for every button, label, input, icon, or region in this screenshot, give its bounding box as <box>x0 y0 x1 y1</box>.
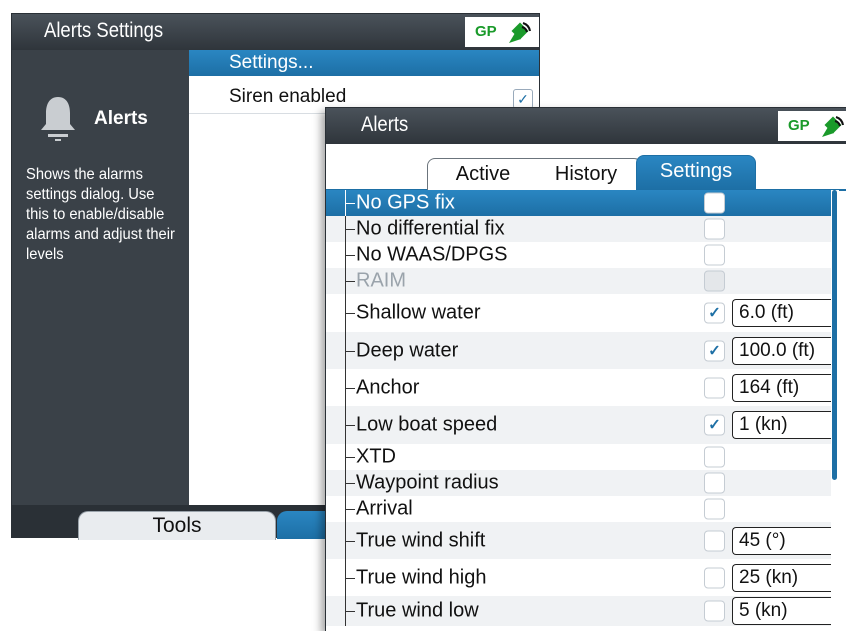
threshold-field[interactable]: 164 (ft) <box>732 373 833 402</box>
menu-item-label: Siren enabled <box>229 86 347 107</box>
window-title: Alerts Settings <box>44 19 164 42</box>
tree-branch <box>345 229 355 230</box>
threshold-field[interactable]: 1 (kn) <box>732 411 833 439</box>
alert-label: No GPS fix <box>356 191 455 214</box>
tab-tools[interactable]: Tools <box>78 511 276 540</box>
tab-active[interactable]: Active <box>427 158 539 190</box>
alert-checkbox[interactable] <box>704 377 725 398</box>
menu-item-settings[interactable]: Settings... <box>189 50 539 76</box>
gps-label: GP <box>475 23 497 40</box>
alert-label: Waypoint radius <box>356 471 499 494</box>
siren-checkbox[interactable]: ✓ <box>513 89 533 109</box>
alert-label: True wind low <box>356 599 479 622</box>
threshold-field[interactable]: 100.0 (ft) <box>732 336 833 365</box>
alert-row[interactable]: RAIM <box>326 268 831 294</box>
alerts-dialog: Alerts GP Active History Settings No GPS… <box>325 107 846 631</box>
alert-row[interactable]: Waypoint radius <box>326 470 831 496</box>
alert-checkbox[interactable] <box>704 530 725 551</box>
alert-label: RAIM <box>356 269 406 292</box>
title-bar: Alerts GP <box>326 108 846 144</box>
threshold-value: 45 (°) <box>739 529 786 551</box>
checkmark-icon[interactable]: ✓ <box>704 302 725 324</box>
tree-branch <box>345 281 355 282</box>
alert-label: Deep water <box>356 339 459 361</box>
tree-branch <box>345 611 355 612</box>
alert-checkbox[interactable] <box>704 218 725 240</box>
menu-item-label: Settings... <box>229 52 314 73</box>
alert-row[interactable]: Low boat speed ✓ 1 (kn) <box>326 406 833 444</box>
alert-checkbox[interactable] <box>704 192 725 214</box>
alert-checkbox[interactable] <box>704 498 725 520</box>
threshold-value: 25 (kn) <box>739 566 799 588</box>
alert-label: Shallow water <box>356 301 481 324</box>
tab-history[interactable]: History <box>531 158 642 190</box>
alert-label: Anchor <box>356 376 420 398</box>
alert-label: No differential fix <box>356 217 505 240</box>
alert-row[interactable]: XTD <box>326 444 831 470</box>
alert-checkbox[interactable] <box>704 446 725 468</box>
alert-label: No WAAS/DPGS <box>356 243 508 266</box>
alert-label: True wind shift <box>356 529 486 551</box>
alert-row[interactable]: No differential fix <box>326 216 831 242</box>
threshold-value: 6.0 (ft) <box>739 302 794 323</box>
tree-branch <box>345 255 355 256</box>
alert-row[interactable]: Arrival <box>326 496 831 522</box>
alert-label: True wind high <box>356 566 487 588</box>
satellite-icon <box>509 22 531 43</box>
alert-checkbox[interactable] <box>704 567 725 588</box>
tab-strip: Active History Settings <box>326 144 846 191</box>
tab-label: Settings <box>659 160 733 182</box>
alert-label: XTD <box>356 445 396 468</box>
alert-row[interactable]: Anchor 164 (ft) <box>326 369 833 406</box>
alert-label: Low boat speed <box>356 413 498 436</box>
info-side-panel: Alerts Shows the alarms settings dialog.… <box>12 50 189 505</box>
tab-label: History <box>554 163 618 185</box>
alert-checkbox <box>704 270 725 292</box>
tree-branch <box>345 457 355 458</box>
threshold-value: 1 (kn) <box>739 414 788 435</box>
bell-icon <box>41 97 75 141</box>
scrollbar-thumb[interactable] <box>832 190 837 480</box>
alert-checkbox[interactable] <box>704 244 725 266</box>
gps-status: GP <box>778 111 846 141</box>
dialog-title: Alerts <box>361 113 409 136</box>
alert-row[interactable]: True wind low 5 (kn) <box>326 596 833 626</box>
alert-row[interactable]: Shallow water ✓ 6.0 (ft) <box>326 294 833 332</box>
threshold-field[interactable]: 45 (°) <box>732 526 833 555</box>
alert-row[interactable]: True wind high 25 (kn) <box>326 559 833 596</box>
tree-branch <box>345 577 355 579</box>
threshold-value: 5 (kn) <box>739 600 788 621</box>
threshold-value: 100.0 (ft) <box>739 339 816 361</box>
tree-branch <box>345 350 355 352</box>
checkmark-icon[interactable]: ✓ <box>704 414 725 436</box>
alert-checkbox[interactable] <box>704 472 725 494</box>
tree-branch <box>345 483 355 484</box>
alert-row[interactable]: No WAAS/DPGS <box>326 242 831 268</box>
alert-label: Arrival <box>356 497 413 520</box>
side-panel-title: Alerts <box>94 108 148 129</box>
threshold-field[interactable]: 25 (kn) <box>732 563 833 592</box>
threshold-field[interactable]: 6.0 (ft) <box>732 299 833 327</box>
alert-checkbox[interactable] <box>704 600 725 622</box>
tree-branch <box>345 425 355 426</box>
side-panel-description: Shows the alarms settings dialog. Use th… <box>26 166 175 263</box>
tab-label: Active <box>455 163 511 185</box>
tree-branch <box>345 203 355 204</box>
tree-branch <box>345 540 355 542</box>
tree-branch <box>345 313 355 314</box>
threshold-value: 164 (ft) <box>739 376 800 398</box>
tab-settings[interactable]: Settings <box>636 155 756 190</box>
checkmark-icon[interactable]: ✓ <box>704 340 725 361</box>
threshold-field[interactable]: 5 (kn) <box>732 597 833 625</box>
title-bar: Alerts Settings GP <box>12 14 539 50</box>
tree-branch <box>345 509 355 510</box>
gps-status: GP <box>465 17 539 47</box>
tree-branch <box>345 387 355 389</box>
alert-row[interactable]: Deep water ✓ 100.0 (ft) <box>326 332 833 369</box>
gps-label: GP <box>788 117 810 134</box>
satellite-icon <box>822 116 844 137</box>
alert-row[interactable]: True wind shift 45 (°) <box>326 522 833 559</box>
tab-label: Tools <box>152 514 202 537</box>
alert-row[interactable]: No GPS fix <box>326 190 831 216</box>
